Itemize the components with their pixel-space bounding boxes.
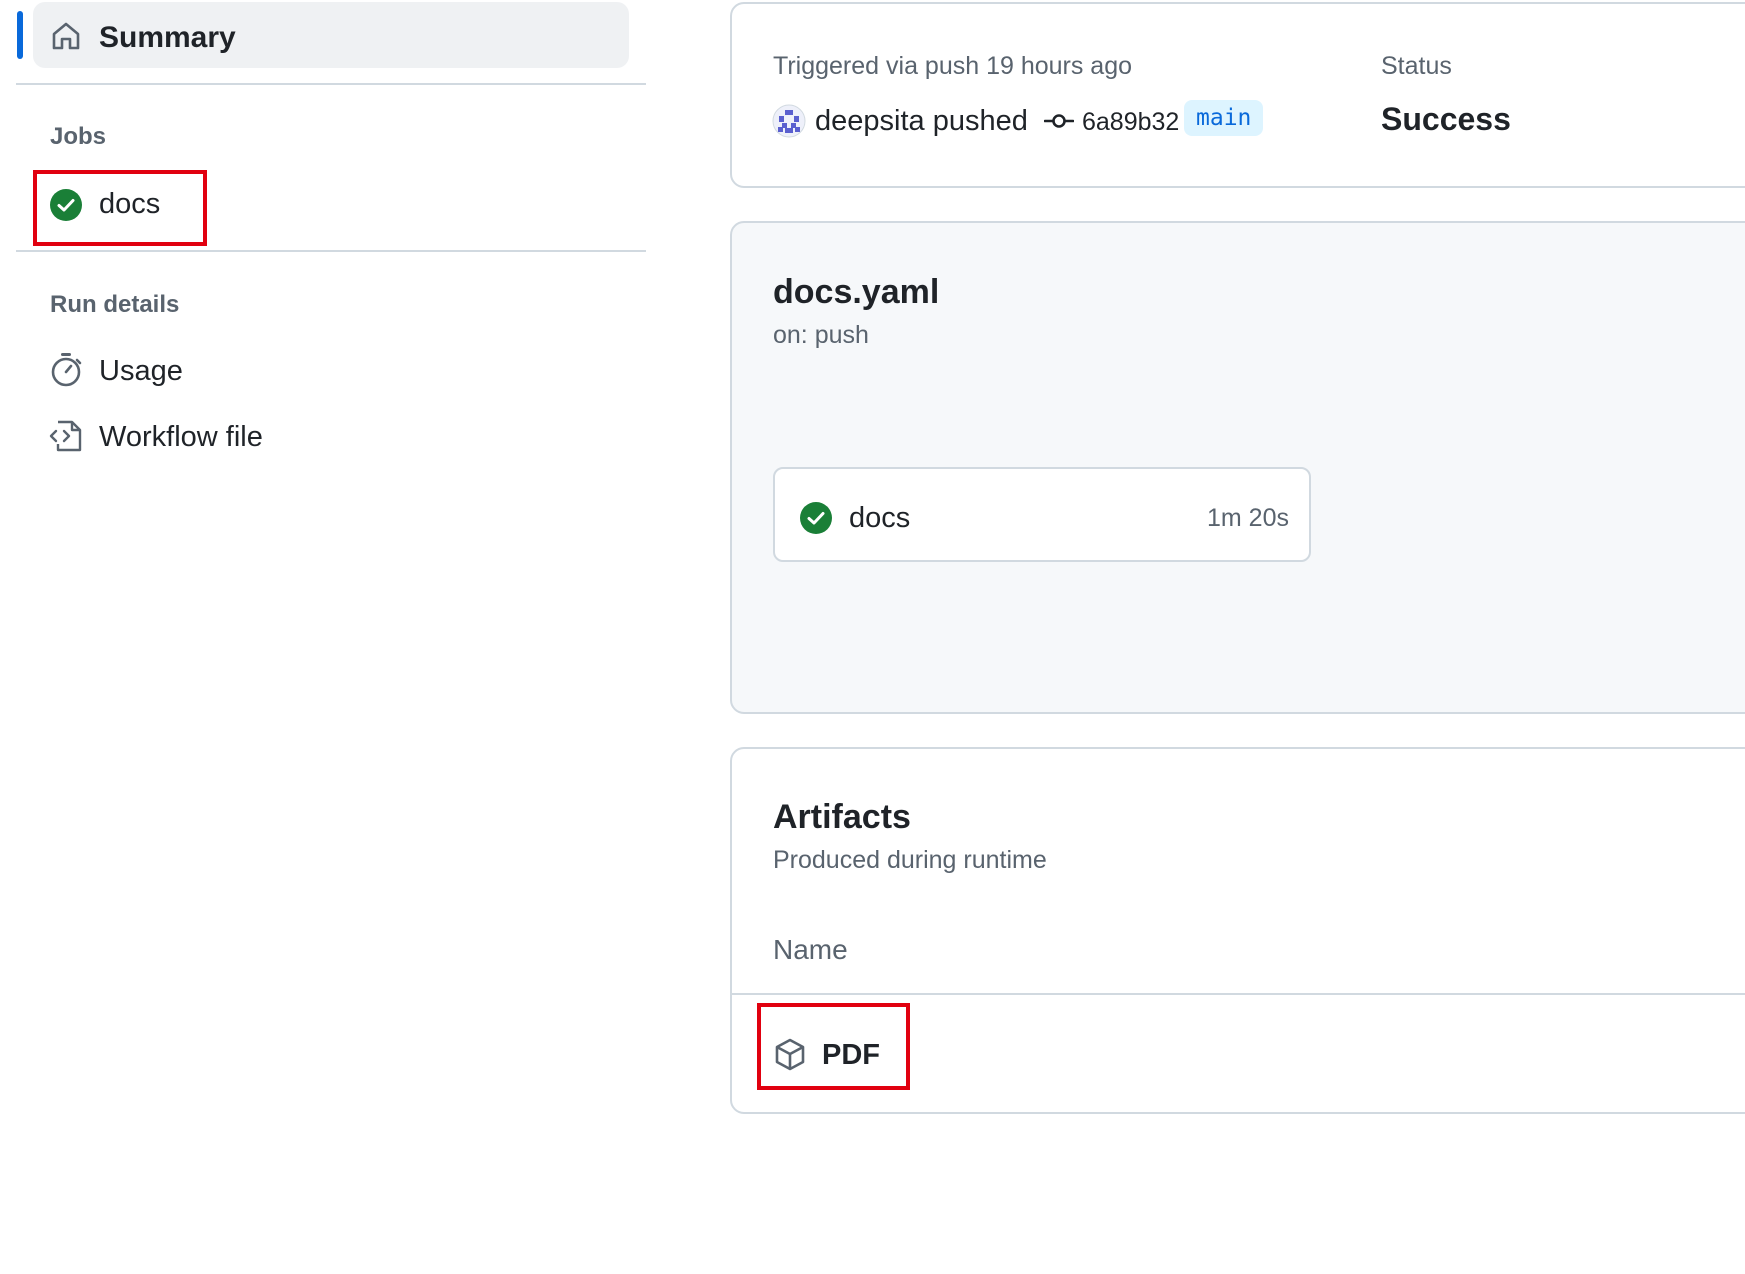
commit-sha-link[interactable]: 6a89b32 xyxy=(1082,105,1179,139)
artifacts-title: Artifacts xyxy=(773,798,911,836)
workflow-trigger: on: push xyxy=(773,321,869,349)
triggered-text: Triggered via push 19 hours ago xyxy=(773,52,1133,80)
sidebar-item-usage-label: Usage xyxy=(99,355,183,387)
sidebar-item-job-docs-label: docs xyxy=(99,188,161,220)
sidebar-item-summary-label: Summary xyxy=(99,21,236,54)
check-circle-icon xyxy=(50,189,82,221)
run-details-heading: Run details xyxy=(50,291,180,318)
package-icon xyxy=(775,1038,805,1071)
home-icon xyxy=(52,22,80,50)
jobs-heading: Jobs xyxy=(50,123,107,150)
artifact-pdf-link[interactable]: PDF xyxy=(822,1036,880,1074)
sidebar-divider xyxy=(16,250,646,252)
sidebar-item-workflow-file-label: Workflow file xyxy=(99,421,263,453)
user-avatar[interactable] xyxy=(772,104,806,138)
artifacts-divider xyxy=(732,993,1745,995)
status-heading: Status xyxy=(1381,52,1452,80)
sidebar-divider xyxy=(16,83,646,85)
git-commit-icon xyxy=(1044,114,1074,128)
actor-text[interactable]: deepsita pushed xyxy=(815,102,1028,140)
artifacts-column-name: Name xyxy=(773,934,848,965)
branch-label[interactable]: main xyxy=(1184,100,1264,136)
check-circle-icon xyxy=(800,502,832,534)
workflow-file-name: docs.yaml xyxy=(773,273,940,311)
run-summary-card xyxy=(730,2,1745,188)
job-node-duration: 1m 20s xyxy=(1207,504,1289,532)
job-node-name: docs xyxy=(849,502,911,534)
stopwatch-icon xyxy=(51,353,82,387)
file-code-icon xyxy=(49,420,82,452)
active-indicator xyxy=(17,11,23,59)
status-value: Success xyxy=(1381,101,1511,137)
artifacts-subtitle: Produced during runtime xyxy=(773,846,1047,874)
